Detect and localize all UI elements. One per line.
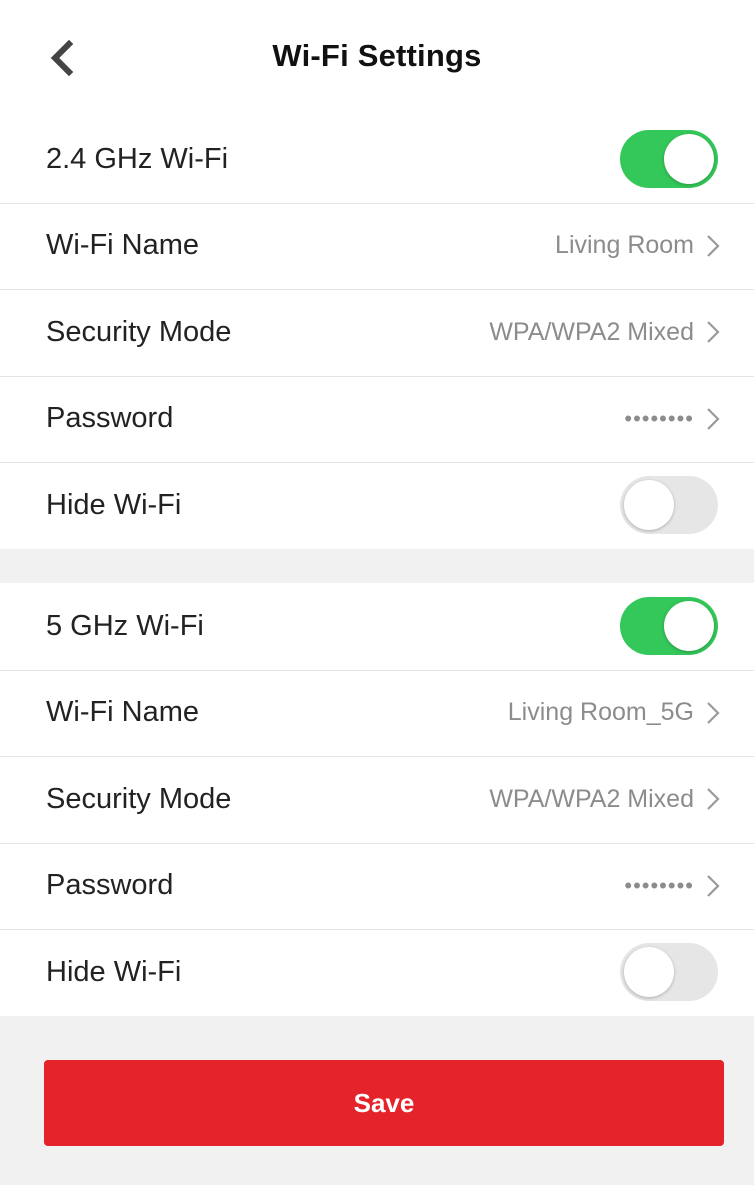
chevron-right-icon bbox=[704, 406, 722, 432]
toggle-knob bbox=[624, 480, 674, 531]
band-5-wifi-name-row[interactable]: Wi-Fi Name Living Room_5G bbox=[0, 669, 754, 757]
wifi-settings-screen: Wi-Fi Settings 2.4 GHz Wi-Fi Wi-Fi Name … bbox=[0, 0, 754, 1185]
hide-wifi-label: Hide Wi-Fi bbox=[46, 955, 182, 988]
band-5-security-row[interactable]: Security Mode WPA/WPA2 Mixed bbox=[0, 756, 754, 843]
security-mode-label: Security Mode bbox=[46, 782, 232, 815]
toggle-knob bbox=[664, 134, 714, 185]
band-5-hide-toggle[interactable] bbox=[620, 943, 718, 1002]
save-button[interactable]: Save bbox=[44, 1060, 724, 1146]
chevron-right-icon bbox=[704, 700, 722, 726]
chevron-right-icon bbox=[704, 786, 722, 812]
band-24-hide-row: Hide Wi-Fi bbox=[0, 462, 754, 549]
band-5-password-row[interactable]: Password •••••••• bbox=[0, 842, 754, 930]
wifi-name-label: Wi-Fi Name bbox=[46, 229, 200, 262]
page-title: Wi-Fi Settings bbox=[272, 38, 482, 73]
band-24-hide-toggle[interactable] bbox=[620, 476, 718, 535]
chevron-right-icon bbox=[704, 319, 722, 345]
band-5-hide-row: Hide Wi-Fi bbox=[0, 929, 754, 1016]
band-5-toggle[interactable] bbox=[620, 597, 718, 656]
password-label: Password bbox=[46, 869, 174, 902]
band-5-section: 5 GHz Wi-Fi Wi-Fi Name Living Room_5G Se… bbox=[0, 583, 754, 1016]
band-24-password-row[interactable]: Password •••••••• bbox=[0, 375, 754, 463]
security-mode-label: Security Mode bbox=[46, 315, 232, 348]
security-mode-value: WPA/WPA2 Mixed bbox=[489, 317, 694, 346]
password-value: •••••••• bbox=[624, 872, 694, 898]
wifi-name-label: Wi-Fi Name bbox=[46, 696, 200, 729]
band-24-toggle-row: 2.4 GHz Wi-Fi bbox=[0, 116, 754, 203]
password-label: Password bbox=[46, 402, 174, 435]
password-value: •••••••• bbox=[624, 405, 694, 431]
toggle-knob bbox=[624, 947, 674, 998]
band-5-label: 5 GHz Wi-Fi bbox=[46, 609, 204, 642]
header-bar: Wi-Fi Settings bbox=[0, 0, 754, 116]
band-24-section: 2.4 GHz Wi-Fi Wi-Fi Name Living Room Sec… bbox=[0, 116, 754, 549]
toggle-knob bbox=[664, 601, 714, 652]
band-24-toggle[interactable] bbox=[620, 130, 718, 189]
wifi-name-value: Living Room bbox=[555, 231, 694, 260]
chevron-right-icon bbox=[704, 873, 722, 899]
wifi-name-value: Living Room_5G bbox=[507, 698, 694, 727]
band-24-security-row[interactable]: Security Mode WPA/WPA2 Mixed bbox=[0, 289, 754, 376]
security-mode-value: WPA/WPA2 Mixed bbox=[489, 784, 694, 813]
chevron-right-icon bbox=[704, 233, 722, 259]
band-24-label: 2.4 GHz Wi-Fi bbox=[46, 142, 229, 175]
band-24-wifi-name-row[interactable]: Wi-Fi Name Living Room bbox=[0, 202, 754, 290]
hide-wifi-label: Hide Wi-Fi bbox=[46, 488, 182, 521]
band-5-toggle-row: 5 GHz Wi-Fi bbox=[0, 583, 754, 670]
